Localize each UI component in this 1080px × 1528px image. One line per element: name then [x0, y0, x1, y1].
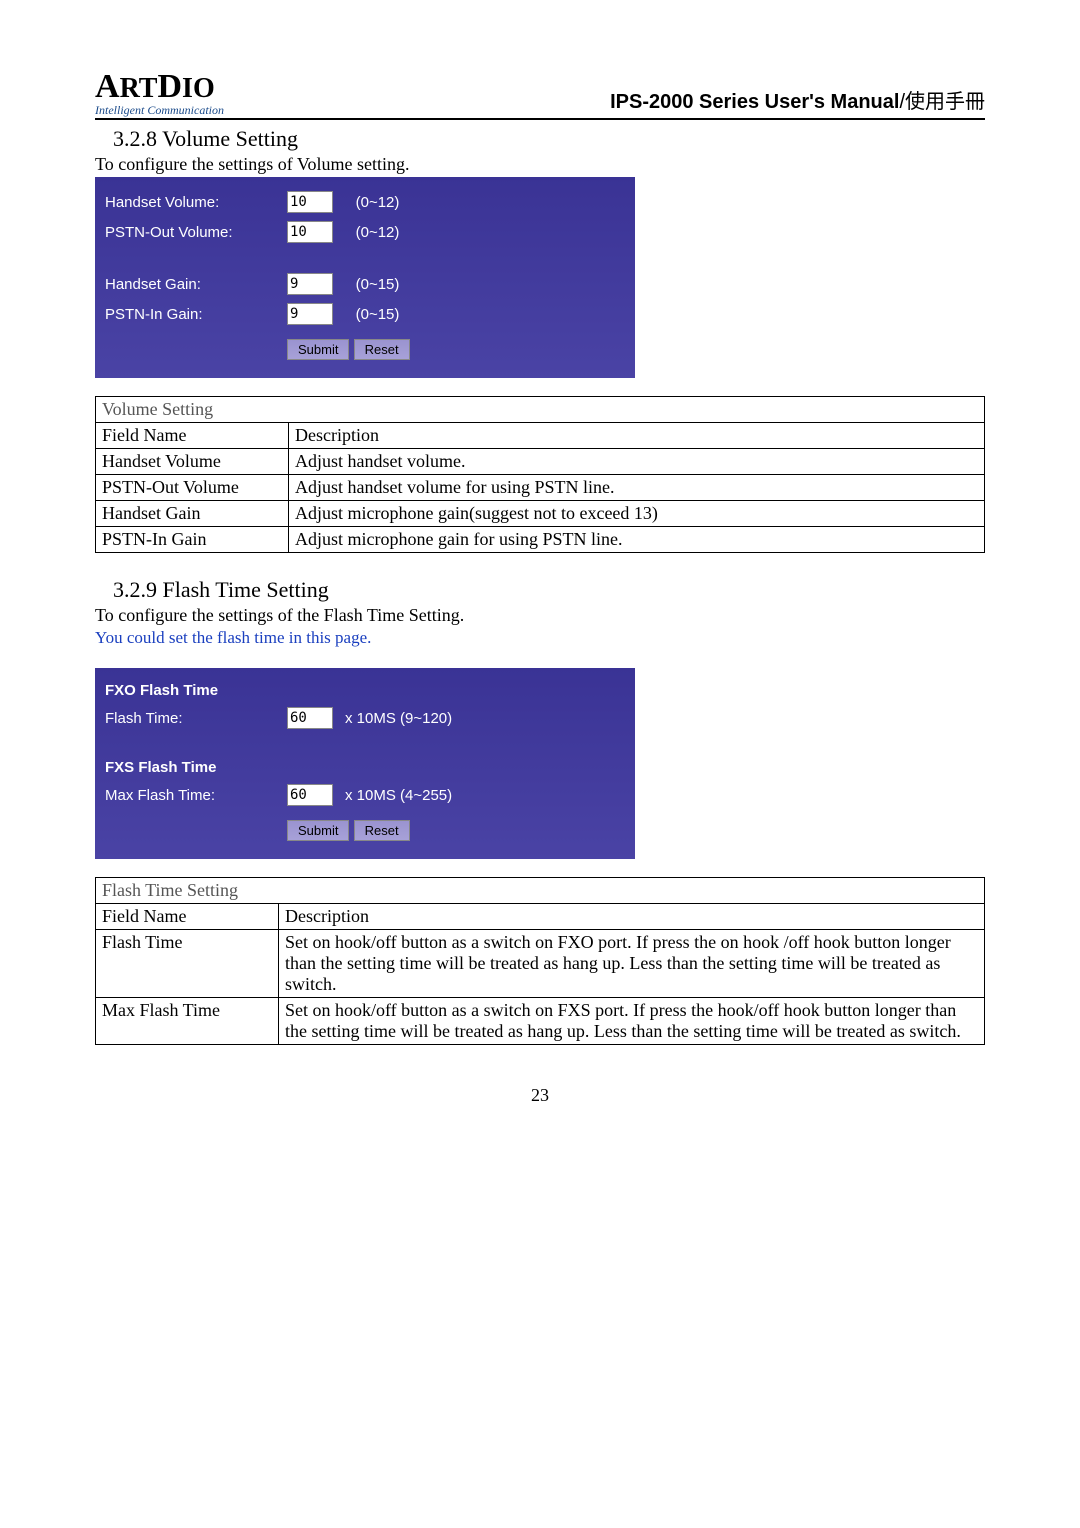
pstn-out-volume-range: (0~12) [350, 217, 416, 247]
volume-row3-f: PSTN-In Gain [96, 527, 289, 553]
section-intro-flash: To configure the settings of the Flash T… [95, 605, 985, 626]
flash-reset-button[interactable]: Reset [354, 820, 410, 841]
volume-description-table: Volume Setting Field Name Description Ha… [95, 396, 985, 553]
pstn-in-gain-label: PSTN-In Gain: [95, 299, 281, 329]
pstn-in-gain-input[interactable] [287, 303, 333, 325]
flash-row1-d: Set on hook/off button as a switch on FX… [279, 998, 985, 1045]
fxo-flash-label: Flash Time: [95, 703, 281, 733]
page-number: 23 [95, 1085, 985, 1106]
handset-volume-range: (0~12) [350, 187, 416, 217]
volume-row2-f: Handset Gain [96, 501, 289, 527]
title-english: IPS-2000 Series User's Manual [610, 91, 899, 113]
handset-volume-label: Handset Volume: [95, 187, 281, 217]
volume-row0-f: Handset Volume [96, 449, 289, 475]
handset-gain-label: Handset Gain: [95, 269, 281, 299]
page-title: IPS-2000 Series User's Manual/使用手冊 [610, 85, 985, 116]
volume-row1-f: PSTN-Out Volume [96, 475, 289, 501]
volume-table-h1: Field Name [96, 423, 289, 449]
volume-form-panel: Handset Volume: (0~12) PSTN-Out Volume: … [95, 177, 635, 378]
section-heading-volume: 3.2.8 Volume Setting [113, 126, 985, 152]
volume-table-h2: Description [289, 423, 985, 449]
flash-table-h1: Field Name [96, 904, 279, 930]
flash-row0-f: Flash Time [96, 930, 279, 998]
flash-description-table: Flash Time Setting Field Name Descriptio… [95, 877, 985, 1045]
flash-form-panel: FXO Flash Time Flash Time: x 10MS (9~120… [95, 668, 635, 859]
pstn-in-gain-range: (0~15) [350, 299, 416, 329]
handset-gain-range: (0~15) [350, 269, 416, 299]
flash-note: You could set the flash time in this pag… [95, 628, 985, 648]
section-intro-volume: To configure the settings of Volume sett… [95, 154, 985, 175]
flash-submit-button[interactable]: Submit [287, 820, 349, 841]
handset-volume-input[interactable] [287, 191, 333, 213]
volume-row1-d: Adjust handset volume for using PSTN lin… [289, 475, 985, 501]
volume-row3-d: Adjust microphone gain for using PSTN li… [289, 527, 985, 553]
fxs-heading: FXS Flash Time [95, 755, 458, 780]
logo-text: ARTDIO [95, 70, 224, 104]
section-heading-flash: 3.2.9 Flash Time Setting [113, 577, 985, 603]
flash-row1-f: Max Flash Time [96, 998, 279, 1045]
logo: ARTDIO Intelligent Communication [95, 70, 224, 116]
flash-table-h2: Description [279, 904, 985, 930]
volume-submit-button[interactable]: Submit [287, 339, 349, 360]
logo-subtext: Intelligent Communication [95, 104, 224, 116]
volume-row0-d: Adjust handset volume. [289, 449, 985, 475]
fxo-flash-range: x 10MS (9~120) [339, 703, 458, 733]
fxs-flash-label: Max Flash Time: [95, 780, 281, 810]
fxo-flash-input[interactable] [287, 707, 333, 729]
fxo-heading: FXO Flash Time [95, 678, 458, 703]
fxs-flash-range: x 10MS (4~255) [339, 780, 458, 810]
volume-reset-button[interactable]: Reset [354, 339, 410, 360]
flash-row0-d: Set on hook/off button as a switch on FX… [279, 930, 985, 998]
handset-gain-input[interactable] [287, 273, 333, 295]
pstn-out-volume-label: PSTN-Out Volume: [95, 217, 281, 247]
title-chinese: /使用手冊 [899, 91, 985, 113]
flash-table-title: Flash Time Setting [96, 878, 985, 904]
volume-row2-d: Adjust microphone gain(suggest not to ex… [289, 501, 985, 527]
volume-table-title: Volume Setting [96, 397, 985, 423]
page-header: ARTDIO Intelligent Communication IPS-200… [95, 70, 985, 120]
fxs-flash-input[interactable] [287, 784, 333, 806]
pstn-out-volume-input[interactable] [287, 221, 333, 243]
